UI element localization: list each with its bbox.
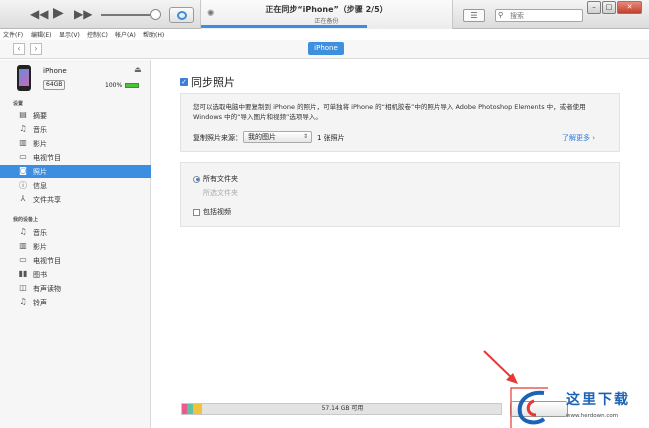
annotation-arrow-line bbox=[483, 350, 515, 381]
watermark-url: www.herdown.com bbox=[566, 413, 619, 419]
watermark-text: 这里下载 bbox=[566, 392, 630, 408]
watermark: 这里下载 www.herdown.com bbox=[510, 385, 649, 428]
annotation-arrow bbox=[483, 350, 548, 428]
watermark-logo-icon bbox=[517, 390, 546, 425]
